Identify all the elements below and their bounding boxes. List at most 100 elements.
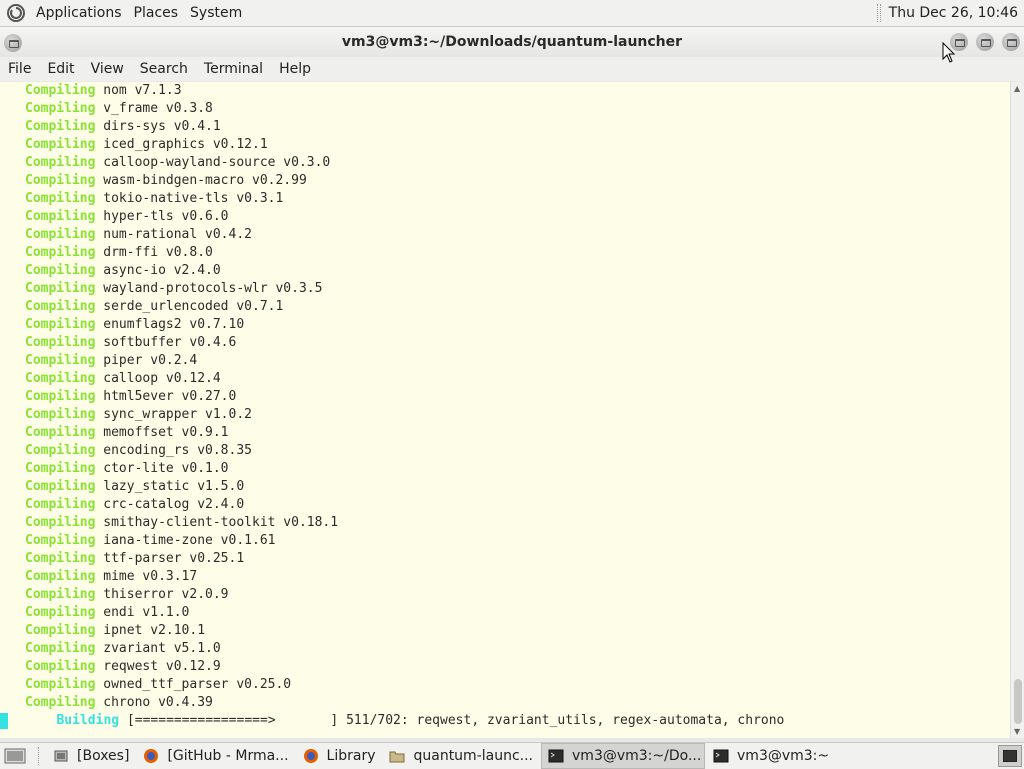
compiling-keyword: Compiling <box>25 425 96 440</box>
firefox-icon <box>303 749 318 763</box>
compiling-keyword: Compiling <box>25 389 96 404</box>
crate-name: reqwest v0.12.9 <box>95 659 221 674</box>
terminal-output[interactable]: Compiling nom v7.1.3 Compiling v_frame v0… <box>0 82 1010 738</box>
crate-name: iana-time-zone v0.1.61 <box>95 533 276 548</box>
terminal-line: Compiling endi v1.1.0 <box>0 604 1010 622</box>
terminal-line: Compiling reqwest v0.12.9 <box>0 658 1010 676</box>
maximize-button[interactable] <box>976 33 994 51</box>
terminal-line: Compiling thiserror v2.0.9 <box>0 586 1010 604</box>
terminal-line: Compiling ctor-lite v0.1.0 <box>0 460 1010 478</box>
crate-name: mime v0.3.17 <box>95 569 198 584</box>
compiling-keyword: Compiling <box>25 155 96 170</box>
taskbar-item-label: vm3@vm3:~ <box>737 748 830 764</box>
workspace-icon <box>1003 750 1017 762</box>
compiling-keyword: Compiling <box>25 641 96 656</box>
compiling-keyword: Compiling <box>25 317 96 332</box>
crate-name: sync_wrapper v1.0.2 <box>95 407 252 422</box>
taskbar: [Boxes] [GitHub - Mrma... Library quantum-l… <box>0 742 1024 769</box>
show-desktop-icon[interactable] <box>4 746 26 766</box>
terminal-line: Compiling encoding_rs v0.8.35 <box>0 442 1010 460</box>
clock[interactable]: Thu Dec 26, 10:46 <box>889 5 1024 21</box>
taskbar-item[interactable]: vm3@vm3:~ <box>707 744 835 768</box>
terminal-line: Compiling softbuffer v0.4.6 <box>0 334 1010 352</box>
top-panel: Applications Places System Thu Dec 26, 1… <box>0 0 1024 27</box>
menu-edit[interactable]: Edit <box>39 61 82 77</box>
crate-name: wayland-protocols-wlr v0.3.5 <box>95 281 323 296</box>
crate-name: encoding_rs v0.8.35 <box>95 443 252 458</box>
applications-menu[interactable]: Applications <box>30 5 128 21</box>
crate-name: async-io v2.4.0 <box>95 263 221 278</box>
crate-name: endi v1.1.0 <box>95 605 190 620</box>
taskbar-item-label: Library <box>326 748 376 764</box>
crate-name: iced_graphics v0.12.1 <box>95 137 268 152</box>
debian-logo-icon[interactable] <box>6 3 26 23</box>
compiling-keyword: Compiling <box>25 191 96 206</box>
window-titlebar[interactable]: vm3@vm3:~/Downloads/quantum-launcher <box>0 27 1024 57</box>
compiling-keyword: Compiling <box>25 587 96 602</box>
terminal-line: Compiling piper v0.2.4 <box>0 352 1010 370</box>
menu-search[interactable]: Search <box>132 61 196 77</box>
crate-name: dirs-sys v0.4.1 <box>95 119 221 134</box>
system-menu[interactable]: System <box>184 5 248 21</box>
crate-name: num-rational v0.4.2 <box>95 227 252 242</box>
crate-name: enumflags2 v0.7.10 <box>95 317 245 332</box>
compiling-keyword: Compiling <box>25 695 96 710</box>
places-menu[interactable]: Places <box>128 5 185 21</box>
menu-view[interactable]: View <box>83 61 132 77</box>
compiling-keyword: Compiling <box>25 605 96 620</box>
crate-name: softbuffer v0.4.6 <box>95 335 237 350</box>
terminal-line: Compiling wayland-protocols-wlr v0.3.5 <box>0 280 1010 298</box>
crate-name: nom v7.1.3 <box>95 83 182 98</box>
taskbar-item[interactable]: Library <box>297 744 382 768</box>
compiling-keyword: Compiling <box>25 677 96 692</box>
compiling-keyword: Compiling <box>25 371 96 386</box>
menubar: File Edit View Search Terminal Help <box>0 57 1024 81</box>
terminal-line: Compiling v_frame v0.3.8 <box>0 100 1010 118</box>
taskbar-item[interactable]: [GitHub - Mrma... <box>137 744 294 768</box>
terminal-cursor <box>0 712 8 729</box>
compiling-keyword: Compiling <box>25 137 96 152</box>
taskbar-item[interactable]: vm3@vm3:~/Do... <box>541 743 706 769</box>
terminal-line: Compiling iced_graphics v0.12.1 <box>0 136 1010 154</box>
terminal-line: Compiling owned_ttf_parser v0.25.0 <box>0 676 1010 694</box>
scroll-down-arrow-icon[interactable]: ▼ <box>1014 727 1020 736</box>
terminal-line: Compiling calloop v0.12.4 <box>0 370 1010 388</box>
build-progress-bar: [=================> ] <box>126 713 339 728</box>
crate-name: drm-ffi v0.8.0 <box>95 245 213 260</box>
terminal-icon <box>713 749 729 763</box>
scrollbar-thumb[interactable] <box>1014 679 1022 724</box>
compiling-keyword: Compiling <box>25 443 96 458</box>
build-status: 511/702: reqwest, zvariant_utils, regex-… <box>346 713 785 728</box>
terminal-scrollbar[interactable]: ▲ ▼ <box>1010 82 1024 738</box>
terminal-line: Compiling lazy_static v1.5.0 <box>0 478 1010 496</box>
crate-name: chrono v0.4.39 <box>95 695 213 710</box>
crate-name: calloop-wayland-source v0.3.0 <box>95 155 331 170</box>
taskbar-item[interactable]: quantum-launc... <box>383 744 539 768</box>
crate-name: zvariant v5.1.0 <box>95 641 221 656</box>
crate-name: ttf-parser v0.25.1 <box>95 551 245 566</box>
folder-icon <box>389 751 405 763</box>
compiling-keyword: Compiling <box>25 659 96 674</box>
window-menu-button[interactable] <box>4 34 22 52</box>
terminal-line: Compiling iana-time-zone v0.1.61 <box>0 532 1010 550</box>
menu-file[interactable]: File <box>0 61 39 77</box>
crate-name: calloop v0.12.4 <box>95 371 221 386</box>
terminal-line: Compiling smithay-client-toolkit v0.18.1 <box>0 514 1010 532</box>
compiling-keyword: Compiling <box>25 83 96 98</box>
crate-name: ctor-lite v0.1.0 <box>95 461 229 476</box>
workspace-switcher[interactable] <box>998 745 1022 767</box>
crate-name: thiserror v2.0.9 <box>95 587 229 602</box>
compiling-keyword: Compiling <box>25 101 96 116</box>
scroll-up-arrow-icon[interactable]: ▲ <box>1014 84 1020 93</box>
taskbar-item[interactable]: [Boxes] <box>47 744 135 768</box>
terminal-line: Compiling num-rational v0.4.2 <box>0 226 1010 244</box>
terminal-line: Compiling tokio-native-tls v0.3.1 <box>0 190 1010 208</box>
menu-help[interactable]: Help <box>271 61 319 77</box>
crate-name: crc-catalog v2.4.0 <box>95 497 245 512</box>
mouse-pointer-icon <box>942 42 956 63</box>
crate-name: wasm-bindgen-macro v0.2.99 <box>95 173 307 188</box>
terminal-line: Compiling nom v7.1.3 <box>0 82 1010 100</box>
menu-terminal[interactable]: Terminal <box>196 61 271 77</box>
close-button[interactable] <box>1002 33 1020 51</box>
terminal-line: Compiling ttf-parser v0.25.1 <box>0 550 1010 568</box>
